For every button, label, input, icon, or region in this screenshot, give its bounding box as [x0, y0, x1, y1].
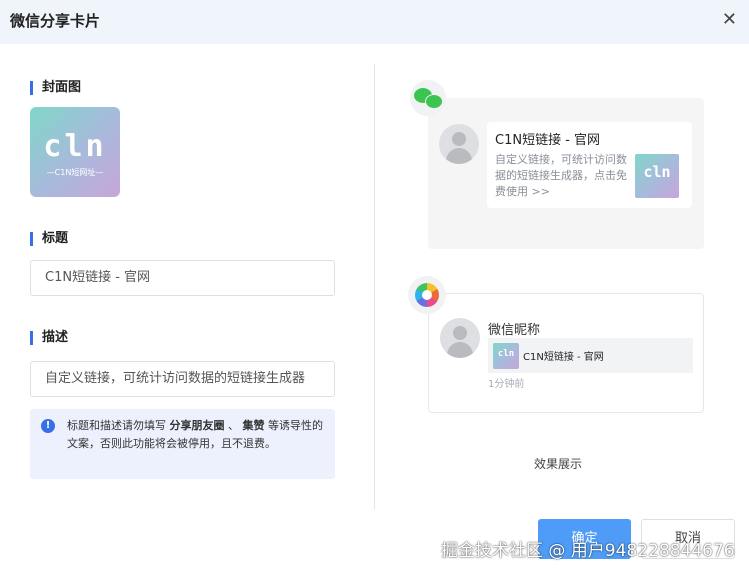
title-input[interactable]: C1N短链接 - 官网 [30, 260, 335, 296]
moments-card-thumb: cln [493, 343, 519, 369]
moments-icon [408, 276, 446, 314]
cover-logo-sub: —C1N短网址— [46, 168, 104, 177]
watermark: 掘金技术社区 @ 用户948228844676 [441, 541, 735, 561]
wechat-icon [410, 80, 446, 116]
chat-share-card: C1N短链接 - 官网 自定义链接，可统计访问数据的短链接生成器，点击免费使用 … [487, 122, 692, 208]
chat-card-title: C1N短链接 - 官网 [495, 133, 601, 148]
cover-label: 封面图 [30, 81, 81, 95]
tip-text: 标题和描述请勿填写 分享朋友圈 、 集赞 等诱导性的文案，否则此功能将会被停用，… [67, 419, 323, 450]
cover-image[interactable]: cln —C1N短网址— [30, 107, 120, 197]
info-icon: ! [41, 419, 55, 433]
share-card-dialog: 微信分享卡片 ✕ 封面图 cln —C1N短网址— 标题 C1N短链接 - 官网… [0, 0, 749, 573]
avatar [440, 318, 480, 358]
chat-card-desc: 自定义链接，可统计访问数据的短链接生成器，点击免费使用 >> [495, 153, 627, 198]
divider [374, 64, 375, 510]
desc-input[interactable]: 自定义链接，可统计访问数据的短链接生成器 [30, 361, 335, 397]
dialog-header: 微信分享卡片 ✕ [0, 0, 749, 44]
cover-logo-text: cln [43, 129, 107, 164]
moments-share-card: cln C1N短链接 - 官网 [488, 338, 693, 373]
tip-box: ! 标题和描述请勿填写 分享朋友圈 、 集赞 等诱导性的文案，否则此功能将会被停… [30, 409, 335, 479]
moments-time: 1分钟前 [488, 379, 525, 390]
chat-card-thumb: cln [635, 154, 679, 198]
moments-card-title: C1N短链接 - 官网 [523, 352, 604, 363]
dialog-title: 微信分享卡片 [10, 12, 101, 30]
moments-nickname: 微信昵称 [488, 323, 541, 338]
title-label: 标题 [30, 232, 68, 246]
avatar [439, 124, 479, 164]
desc-label: 描述 [30, 331, 68, 345]
close-icon[interactable]: ✕ [722, 9, 737, 30]
effect-label: 效果展示 [534, 457, 583, 471]
